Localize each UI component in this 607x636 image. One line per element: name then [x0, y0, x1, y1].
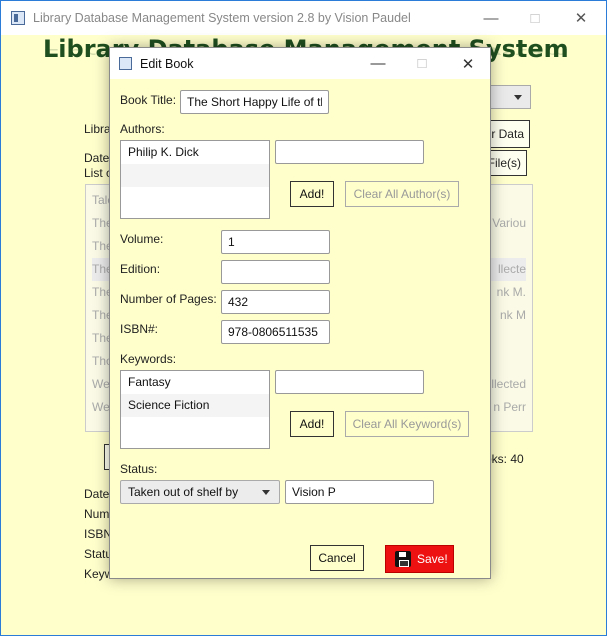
volume-label: Volume: [120, 232, 164, 246]
clear-authors-button[interactable]: Clear All Author(s) [345, 181, 459, 207]
author-input[interactable] [275, 140, 424, 164]
app-icon [11, 11, 25, 25]
status-label: Status: [120, 462, 158, 476]
isbn-label: ISBN#: [120, 322, 159, 336]
authors-label: Authors: [120, 122, 165, 136]
date-detail-label: Date [84, 487, 110, 501]
minimize-icon[interactable]: — [468, 1, 514, 35]
close-icon[interactable]: ✕ [558, 1, 604, 35]
authors-list[interactable]: Philip K. Dick [120, 140, 270, 219]
list-item[interactable]: Science Fiction [121, 394, 269, 417]
keywords-list[interactable]: Fantasy Science Fiction [120, 370, 270, 449]
library-label: Libra [84, 122, 111, 136]
edition-input[interactable] [221, 260, 330, 284]
list-item[interactable]: Philip K. Dick [121, 141, 269, 164]
dialog-app-icon [119, 57, 132, 70]
status-select-value: Taken out of shelf by [128, 485, 239, 499]
list-item[interactable] [121, 164, 269, 187]
volume-input[interactable] [221, 230, 330, 254]
add-keyword-button[interactable]: Add! [290, 411, 334, 437]
main-titlebar: Library Database Management System versi… [1, 1, 606, 35]
list-label: List c [84, 166, 113, 180]
edition-label: Edition: [120, 262, 161, 276]
add-author-button[interactable]: Add! [290, 181, 334, 207]
clear-keywords-button[interactable]: Clear All Keyword(s) [345, 411, 469, 437]
dialog-title: Edit Book [140, 56, 194, 71]
date-label: Date [84, 151, 110, 165]
floppy-disk-icon [395, 551, 411, 567]
maximize-icon[interactable]: □ [512, 1, 558, 35]
chevron-down-icon [262, 490, 270, 495]
status-select[interactable]: Taken out of shelf by [120, 480, 280, 504]
edit-book-dialog: Edit Book — □ ✕ Book Title: Authors: Phi… [109, 47, 491, 579]
dialog-titlebar: Edit Book — □ ✕ [110, 48, 490, 79]
status-detail-label: Statu [84, 547, 113, 561]
save-button-label: Save! [417, 552, 448, 566]
num-detail-label: Num [84, 507, 110, 521]
list-item[interactable]: Fantasy [121, 371, 269, 394]
status-person-input[interactable] [285, 480, 434, 504]
keywords-label: Keywords: [120, 352, 177, 366]
cancel-button[interactable]: Cancel [310, 545, 364, 571]
isbn-detail-label: ISBN [84, 527, 113, 541]
isbn-input[interactable] [221, 320, 330, 344]
dialog-minimize-icon[interactable]: — [355, 48, 401, 79]
dialog-maximize-icon[interactable]: □ [399, 48, 445, 79]
keyword-input[interactable] [275, 370, 424, 394]
save-button[interactable]: Save! [385, 545, 454, 573]
dialog-close-icon[interactable]: ✕ [445, 48, 491, 79]
pages-input[interactable] [221, 290, 330, 314]
book-title-label: Book Title: [120, 93, 177, 107]
background-combobox[interactable] [489, 85, 531, 109]
main-window-title: Library Database Management System versi… [33, 11, 411, 25]
pages-label: Number of Pages: [120, 292, 217, 306]
book-title-input[interactable] [180, 90, 329, 114]
